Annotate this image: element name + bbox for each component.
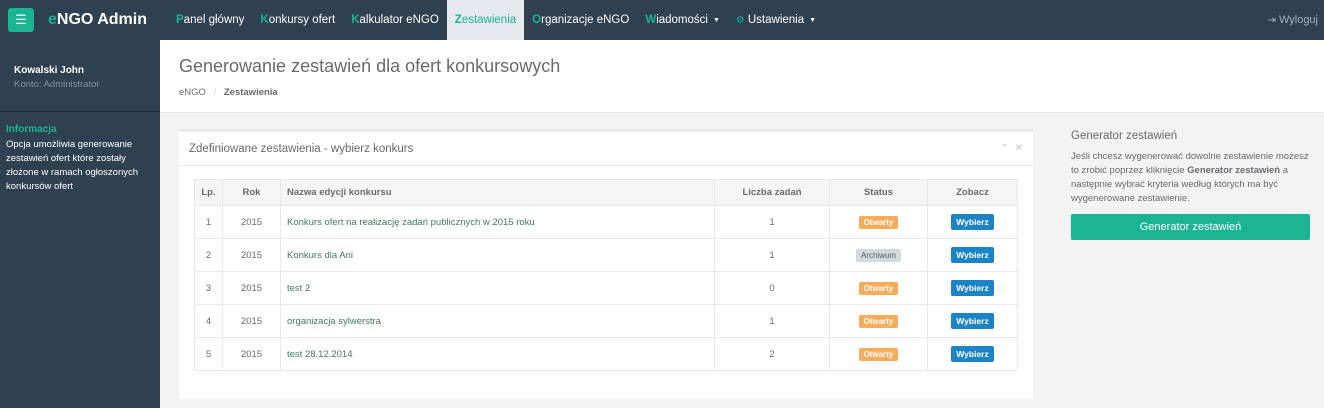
cell-status: Otwarty: [829, 271, 928, 305]
generator-description: Jeśli chcesz wygenerować dowolne zestawi…: [1071, 151, 1309, 204]
cell-lp: 3: [194, 271, 223, 305]
cell-status: Archiwum: [829, 238, 928, 272]
status-badge: Otwarty: [858, 314, 899, 328]
cell-konkurs-link[interactable]: test 28.12.2014: [280, 337, 715, 371]
col-rok: Rok: [222, 179, 281, 206]
cell-action: Wybierz: [927, 238, 1018, 272]
col-lp: Lp.: [194, 179, 223, 206]
breadcrumb-root[interactable]: eNGO: [179, 87, 206, 98]
cell-liczba: 0: [714, 271, 830, 305]
status-badge: Archiwum: [855, 248, 902, 262]
col-nazwa: Nazwa edycji konkursu: [280, 179, 715, 206]
cell-status: Otwarty: [829, 304, 928, 338]
cell-rok: 2015: [222, 238, 281, 272]
table-row: 1 2015 Konkurs ofert na realizację zadań…: [194, 205, 1018, 239]
wybierz-button[interactable]: Wybierz: [951, 346, 994, 362]
panel-title: Zdefiniowane zestawienia - wybierz konku…: [179, 132, 1033, 166]
zestawienia-panel: Zdefiniowane zestawienia - wybierz konku…: [179, 129, 1033, 399]
nav-panel-glowny[interactable]: Panel główny: [168, 0, 252, 40]
collapse-icon[interactable]: ⌃: [1000, 143, 1008, 154]
wybierz-button[interactable]: Wybierz: [951, 313, 994, 329]
cell-rok: 2015: [222, 304, 281, 338]
user-name: Kowalski John: [14, 65, 85, 76]
table-row: 3 2015 test 2 0 Otwarty Wybierz: [194, 271, 1018, 305]
page-title: Generowanie zestawień dla ofert konkurso…: [179, 56, 561, 76]
caret-down-icon: ▼: [809, 16, 817, 24]
table-row: 2 2015 Konkurs dla Ani 1 Archiwum Wybier…: [194, 238, 1018, 272]
wybierz-button[interactable]: Wybierz: [951, 280, 994, 296]
wybierz-button[interactable]: Wybierz: [951, 247, 994, 263]
menu-icon: ☰: [15, 12, 27, 27]
nav-organizacje[interactable]: Organizacje eNGO: [524, 0, 637, 40]
cell-konkurs-link[interactable]: Konkurs dla Ani: [280, 238, 715, 272]
main-nav: Panel główny Konkursy ofert Kalkulator e…: [168, 0, 824, 40]
cell-konkurs-link[interactable]: test 2: [280, 271, 715, 305]
cell-rok: 2015: [222, 271, 281, 305]
cell-status: Otwarty: [829, 205, 928, 239]
caret-down-icon: ▼: [712, 16, 720, 24]
col-status: Status: [829, 179, 928, 206]
cell-action: Wybierz: [927, 271, 1018, 305]
user-role: Konto: Administrator: [14, 79, 100, 90]
table-row: 4 2015 organizacja sylwerstra 1 Otwarty …: [194, 304, 1018, 338]
cell-liczba: 1: [714, 238, 830, 272]
cell-lp: 1: [194, 205, 223, 239]
breadcrumb-separator: /: [213, 87, 217, 98]
status-badge: Otwarty: [858, 281, 899, 295]
info-title: Informacja: [6, 124, 57, 135]
logout-link[interactable]: ⇥ Wyloguj: [1268, 0, 1318, 40]
nav-kalkulator[interactable]: Kalkulator eNGO: [343, 0, 447, 40]
cell-action: Wybierz: [927, 205, 1018, 239]
sidebar: Kowalski John Konto: Administrator Infor…: [0, 40, 160, 408]
cell-liczba: 2: [714, 337, 830, 371]
generator-title: Generator zestawień: [1071, 130, 1178, 142]
cell-lp: 2: [194, 238, 223, 272]
cell-rok: 2015: [222, 337, 281, 371]
info-text: Opcja umożliwia generowanie zestawień of…: [6, 139, 139, 192]
cell-action: Wybierz: [927, 337, 1018, 371]
table-header-row: Lp. Rok Nazwa edycji konkursu Liczba zad…: [194, 179, 1018, 206]
info-box: Informacja Opcja umożliwia generowanie z…: [0, 112, 160, 206]
cell-konkurs-link[interactable]: Konkurs ofert na realizację zadań public…: [280, 205, 715, 239]
close-icon[interactable]: ✕: [1015, 143, 1023, 154]
nav-konkursy-ofert[interactable]: Konkursy ofert: [252, 0, 343, 40]
cell-action: Wybierz: [927, 304, 1018, 338]
sign-out-icon: ⇥: [1267, 14, 1276, 26]
wybierz-button[interactable]: Wybierz: [951, 214, 994, 230]
cell-status: Otwarty: [829, 337, 928, 371]
generator-button[interactable]: Generator zestawień: [1071, 214, 1310, 240]
cell-lp: 5: [194, 337, 223, 371]
breadcrumb-current: Zestawienia: [223, 87, 278, 98]
konkursy-table: Lp. Rok Nazwa edycji konkursu Liczba zad…: [194, 179, 1018, 371]
cell-konkurs-link[interactable]: organizacja sylwerstra: [280, 304, 715, 338]
status-badge: Otwarty: [858, 215, 899, 229]
col-liczba-zadan: Liczba zadań: [714, 179, 830, 206]
cell-rok: 2015: [222, 205, 281, 239]
nav-wiadomosci-dropdown[interactable]: Wiadomości ▼: [637, 0, 728, 40]
brand-logo[interactable]: eNGO Admin: [48, 11, 160, 29]
cell-liczba: 1: [714, 304, 830, 338]
hamburger-menu-button[interactable]: ☰: [8, 8, 34, 32]
status-badge: Otwarty: [858, 347, 899, 361]
breadcrumb: eNGO / Zestawienia: [179, 87, 1324, 98]
panel-tools: ⌃ ✕: [1000, 143, 1023, 154]
generator-panel: Generator zestawień Jeśli chcesz wygener…: [1071, 130, 1311, 240]
top-navbar: ☰ eNGO Admin Panel główny Konkursy ofert…: [0, 0, 1324, 40]
cell-lp: 4: [194, 304, 223, 338]
table-row: 5 2015 test 28.12.2014 2 Otwarty Wybierz: [194, 337, 1018, 371]
cell-liczba: 1: [714, 205, 830, 239]
user-profile: Kowalski John Konto: Administrator: [0, 40, 160, 112]
gear-icon: ⚙: [735, 14, 745, 26]
nav-zestawienia[interactable]: Zestawienia: [446, 0, 525, 40]
col-zobacz: Zobacz: [927, 179, 1018, 206]
nav-ustawienia-dropdown[interactable]: ⚙ Ustawienia ▼: [728, 0, 824, 40]
page-header: Generowanie zestawień dla ofert konkurso…: [160, 40, 1324, 113]
